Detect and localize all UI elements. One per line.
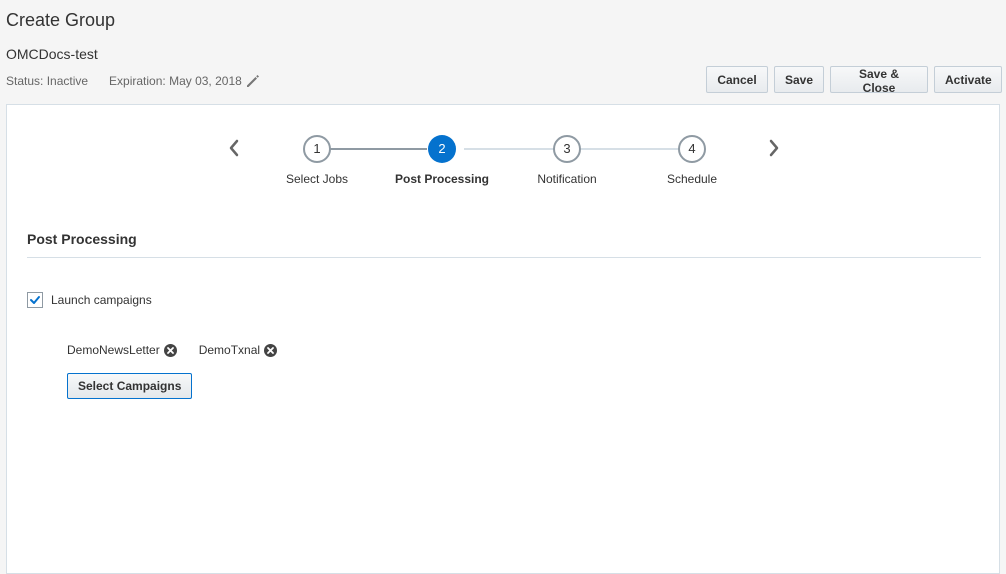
- group-name: OMCDocs-test: [6, 46, 98, 62]
- step-number-circle: 1: [303, 135, 331, 163]
- next-step-chevron-icon[interactable]: [765, 138, 783, 158]
- step-label: Schedule: [666, 172, 718, 186]
- step-number-circle: 4: [678, 135, 706, 163]
- content-panel: 1 Select Jobs 2 Post Processing 3 Notifi…: [6, 104, 1000, 574]
- step-label: Select Jobs: [285, 172, 349, 186]
- train-step-post-processing[interactable]: 2 Post Processing: [372, 135, 512, 186]
- save-and-close-button[interactable]: Save & Close: [830, 66, 928, 95]
- expiration-text: Expiration: May 03, 2018: [109, 74, 242, 88]
- campaign-chip-label: DemoNewsLetter: [67, 343, 160, 357]
- save-button[interactable]: Save: [774, 66, 824, 93]
- step-label: Notification: [537, 172, 597, 186]
- section-title: Post Processing: [27, 231, 137, 247]
- train-step-notification[interactable]: 3 Notification: [497, 135, 637, 186]
- step-number-circle: 2: [428, 135, 456, 163]
- remove-campaign-close-icon[interactable]: [163, 343, 177, 357]
- page-title: Create Group: [6, 10, 116, 30]
- campaign-chip-label: DemoTxnal: [198, 343, 261, 357]
- launch-campaigns-checkbox[interactable]: [27, 292, 43, 308]
- train-step-schedule[interactable]: 4 Schedule: [622, 135, 762, 186]
- edit-pencil-icon[interactable]: [245, 73, 261, 89]
- previous-step-chevron-icon[interactable]: [225, 138, 243, 158]
- section-divider: [27, 257, 981, 258]
- remove-campaign-close-icon[interactable]: [264, 343, 278, 357]
- status-text: Status: Inactive: [6, 74, 89, 88]
- checkmark-icon: [30, 296, 40, 304]
- step-train: 1 Select Jobs 2 Post Processing 3 Notifi…: [7, 105, 999, 205]
- activate-button[interactable]: Activate: [934, 66, 1002, 93]
- step-number-circle: 3: [553, 135, 581, 163]
- launch-campaigns-label: Launch campaigns: [51, 293, 152, 307]
- train-step-select-jobs[interactable]: 1 Select Jobs: [247, 135, 387, 186]
- step-label: Post Processing: [394, 172, 490, 186]
- select-campaigns-button[interactable]: Select Campaigns: [67, 373, 193, 399]
- cancel-button[interactable]: Cancel: [706, 66, 768, 93]
- toolbar: Cancel Save Save & Close Activate: [706, 66, 1002, 95]
- launch-campaigns-row: Launch campaigns: [27, 292, 152, 308]
- campaign-chip: DemoNewsLetter: [67, 343, 177, 357]
- campaign-chip-list: DemoNewsLetter DemoTxnal: [67, 343, 299, 357]
- campaign-chip: DemoTxnal: [198, 343, 278, 357]
- status-line: Status: Inactive Expiration: May 03, 201…: [6, 73, 261, 89]
